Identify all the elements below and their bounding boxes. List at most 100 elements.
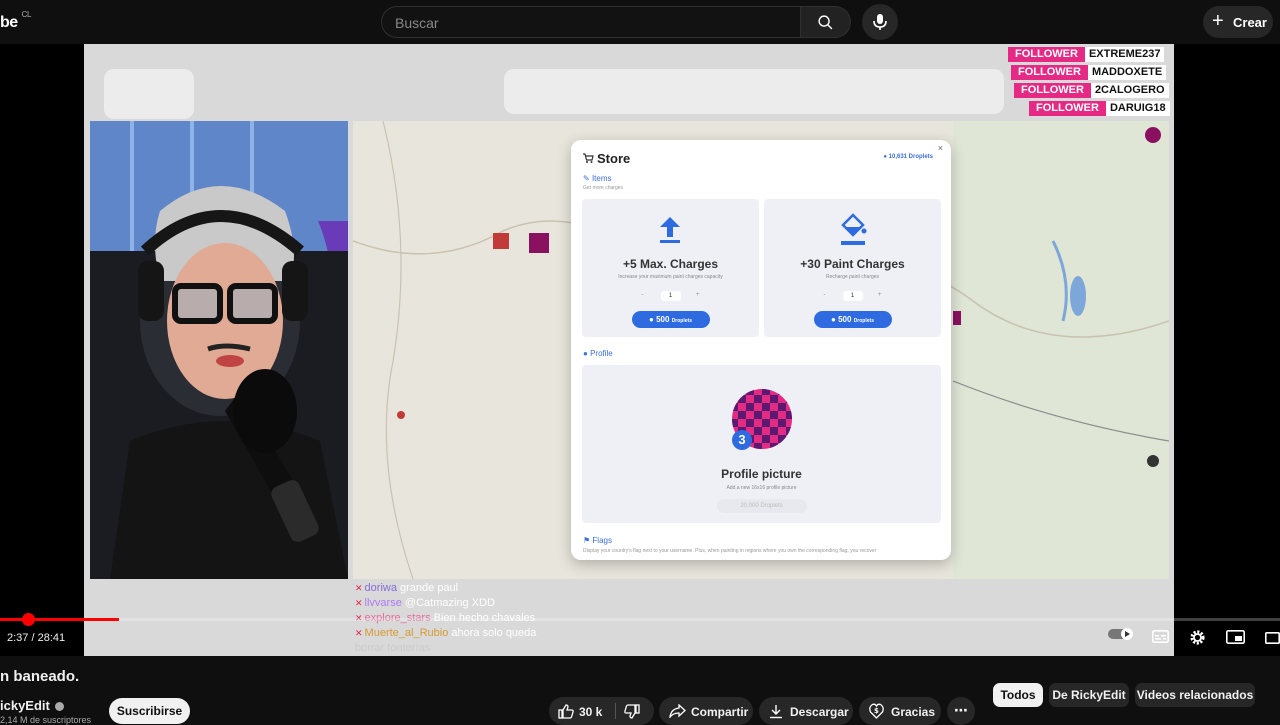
- flags-label: Flags: [592, 536, 612, 545]
- streamer-image: [90, 121, 348, 579]
- card-description: Increase your maximum paint charges capa…: [618, 274, 723, 280]
- download-label: Descargar: [790, 705, 849, 719]
- logo-text: be: [0, 14, 18, 31]
- price-value: 20,000 Droplets: [740, 503, 783, 509]
- store-card-profile-picture: 3 Profile picture Add a new 16x16 profil…: [582, 365, 941, 523]
- region-code: CL: [21, 10, 32, 19]
- subtitles-button[interactable]: [1152, 630, 1169, 648]
- thanks-button[interactable]: $ Gracias: [859, 697, 941, 725]
- quantity-stepper[interactable]: - 1 +: [818, 291, 888, 301]
- autoplay-toggle[interactable]: [1108, 627, 1134, 646]
- video-title: n baneado.: [0, 668, 80, 685]
- super-thanks-icon: $: [869, 703, 884, 719]
- flag-icon: ⚑: [583, 536, 593, 545]
- like-dislike-group: 30 k: [549, 697, 654, 725]
- store-card-max-charges: +5 Max. Charges Increase your maximum pa…: [582, 199, 759, 337]
- like-button[interactable]: 30 k: [549, 697, 615, 725]
- quantity-value[interactable]: 1: [660, 291, 681, 301]
- channel-name[interactable]: ickyEdit: [0, 698, 50, 713]
- cart-icon: [583, 153, 594, 163]
- more-dots-icon: ⋯: [954, 702, 968, 718]
- search-button[interactable]: [801, 6, 851, 38]
- thanks-label: Gracias: [891, 705, 936, 719]
- chip-related-videos[interactable]: Videos relacionados: [1135, 683, 1255, 707]
- brush-icon: ✎: [583, 174, 592, 183]
- create-label: Crear: [1233, 15, 1267, 30]
- chat-text: ahora solo queda: [451, 627, 537, 639]
- subscribe-button[interactable]: Suscribirse: [109, 698, 190, 724]
- paint-bucket-icon: [841, 213, 867, 245]
- search-input[interactable]: Buscar: [381, 6, 801, 38]
- share-button[interactable]: Compartir: [659, 697, 753, 725]
- thumbs-up-icon: [558, 704, 574, 719]
- store-title: Store: [597, 151, 631, 166]
- buy-button[interactable]: ● 500 Droplets: [813, 311, 892, 328]
- chat-message: ✕ doriwa grande paul: [355, 581, 615, 596]
- droplets-text: 10,631 Droplets: [888, 154, 933, 160]
- miniplayer-button[interactable]: [1226, 630, 1245, 649]
- follower-alert: FOLLOWER EXTREME237: [1008, 47, 1165, 62]
- chat-text: borrar tonterías: [355, 642, 431, 654]
- items-label: Items: [591, 174, 612, 183]
- chat-message-continuation: borrar tonterías: [355, 641, 615, 656]
- progress-bar[interactable]: [0, 618, 1280, 621]
- subtitles-icon: [1152, 630, 1169, 643]
- video-player[interactable]: Store ● 10,631 Droplets × ✎ Items Get mo…: [0, 44, 1280, 656]
- items-section-label: ✎ Items: [583, 174, 612, 183]
- search-icon: [818, 15, 833, 30]
- masthead: be CL Buscar + Crear: [0, 0, 1280, 44]
- alert-type: FOLLOWER: [1014, 83, 1091, 98]
- price-unit: Droplets: [671, 318, 692, 324]
- items-subtitle: Get more charges: [583, 185, 624, 191]
- voice-search-button[interactable]: [862, 4, 898, 40]
- youtube-logo[interactable]: be CL: [0, 10, 31, 32]
- share-icon: [669, 704, 686, 718]
- upload-arrow-icon: [660, 217, 680, 243]
- plus-icon[interactable]: +: [696, 292, 700, 298]
- download-icon: [770, 705, 782, 719]
- theater-mode-button[interactable]: [1265, 631, 1280, 649]
- minus-icon[interactable]: -: [642, 292, 644, 298]
- autoplay-icon: [1108, 628, 1133, 640]
- chat-username: Muerte_al_Rubio: [364, 627, 449, 639]
- minus-icon[interactable]: -: [824, 292, 826, 298]
- quantity-value[interactable]: 1: [842, 291, 863, 301]
- miniplayer-icon: [1226, 630, 1245, 644]
- thumbs-down-icon: [624, 704, 640, 719]
- chat-badge-icon: ✕: [355, 583, 363, 593]
- subscriber-count: 2,14 M de suscriptores: [0, 715, 92, 725]
- price-value: 500: [838, 315, 852, 324]
- flags-section-label: ⚑ Flags: [583, 536, 612, 545]
- chip-all[interactable]: Todos: [993, 683, 1043, 707]
- like-count: 30 k: [579, 705, 603, 719]
- quantity-stepper[interactable]: - 1 +: [636, 291, 706, 301]
- chat-username: doriwa: [364, 582, 397, 594]
- channel-name-row[interactable]: ickyEdit: [0, 698, 64, 713]
- droplets-balance: ● 10,631 Droplets: [883, 154, 933, 160]
- buy-button[interactable]: ● 500 Droplets: [631, 311, 710, 328]
- user-icon: ●: [583, 349, 591, 358]
- played-bar: [0, 618, 119, 621]
- card-title: Profile picture: [721, 467, 802, 481]
- share-label: Compartir: [691, 705, 749, 719]
- profile-section-label: ● Profile: [583, 349, 613, 358]
- close-icon[interactable]: ×: [938, 143, 943, 153]
- dislike-button[interactable]: [616, 697, 654, 725]
- profile-badge: 3: [732, 430, 752, 450]
- theater-icon: [1265, 632, 1280, 644]
- alert-type: FOLLOWER: [1008, 47, 1085, 62]
- svg-text:$: $: [874, 707, 879, 715]
- plus-icon[interactable]: +: [878, 292, 882, 298]
- scrubber-handle[interactable]: [22, 613, 35, 626]
- create-button[interactable]: + Crear: [1203, 6, 1273, 38]
- card-title: +5 Max. Charges: [622, 257, 719, 271]
- chat-username: llvvarse: [364, 597, 402, 609]
- droplet-icon: ●: [649, 315, 657, 324]
- search-placeholder: Buscar: [395, 15, 439, 31]
- chip-from-channel[interactable]: De RickyEdit: [1049, 683, 1129, 707]
- download-button[interactable]: Descargar: [759, 697, 853, 725]
- buy-button-disabled[interactable]: 20,000 Droplets: [716, 499, 807, 513]
- chat-badge-icon: ✕: [355, 628, 363, 638]
- settings-button[interactable]: [1189, 629, 1206, 651]
- more-actions-button[interactable]: ⋯: [947, 697, 975, 725]
